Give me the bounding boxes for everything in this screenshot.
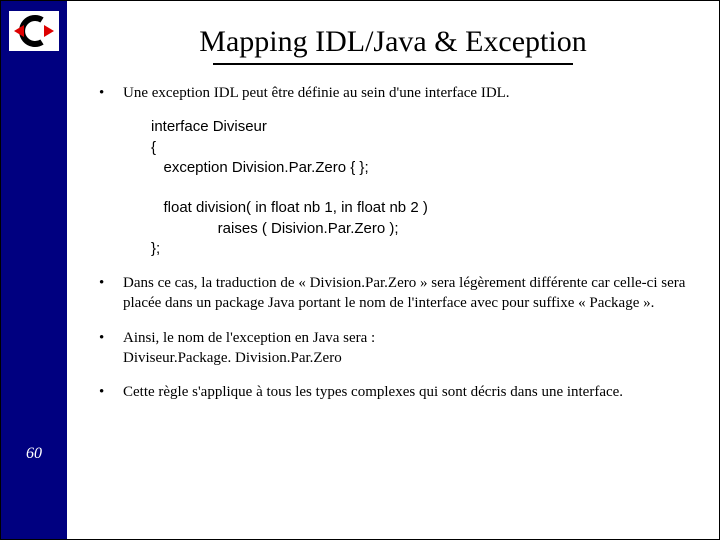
page-number: 60	[1, 445, 67, 463]
bullet-list: • Dans ce cas, la traduction de « Divisi…	[95, 273, 691, 402]
bullet-list: • Une exception IDL peut être définie au…	[95, 83, 691, 103]
bullet-text: Ainsi, le nom de l'exception en Java ser…	[123, 328, 691, 369]
bullet-text: Une exception IDL peut être définie au s…	[123, 83, 691, 103]
sidebar: 60	[1, 1, 67, 539]
bullet-text: Dans ce cas, la traduction de « Division…	[123, 273, 691, 314]
bullet-item: • Cette règle s'applique à tous les type…	[95, 382, 691, 402]
bullet-item: • Dans ce cas, la traduction de « Divisi…	[95, 273, 691, 314]
bullet-text: Cette règle s'applique à tous les types …	[123, 382, 691, 402]
bullet-dot-icon: •	[95, 328, 123, 348]
content-area: Mapping IDL/Java & Exception • Une excep…	[67, 1, 719, 539]
slide-title: Mapping IDL/Java & Exception	[95, 25, 691, 59]
logo	[9, 11, 59, 51]
bullet-dot-icon: •	[95, 83, 123, 103]
bullet-item: • Une exception IDL peut être définie au…	[95, 83, 691, 103]
bullet-dot-icon: •	[95, 273, 123, 293]
bullet-dot-icon: •	[95, 382, 123, 402]
title-underline	[213, 63, 573, 65]
code-block: interface Diviseur { exception Division.…	[151, 117, 691, 259]
bullet-item: • Ainsi, le nom de l'exception en Java s…	[95, 328, 691, 369]
logo-icon	[12, 14, 56, 48]
slide: 60 Mapping IDL/Java & Exception • Une ex…	[0, 0, 720, 540]
